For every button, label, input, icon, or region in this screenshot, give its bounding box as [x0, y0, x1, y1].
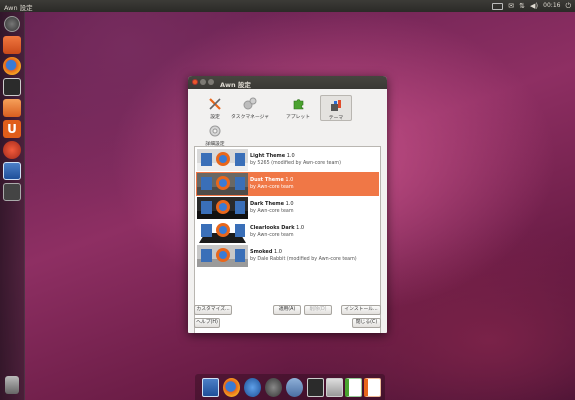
file-manager-dock-icon[interactable]	[326, 378, 343, 397]
theme-author: by Awn-core team	[250, 185, 294, 190]
paint-icon	[331, 100, 341, 111]
theme-row-dust[interactable]: Dust Theme 1.0 by Awn-core team	[196, 172, 379, 196]
package-icon[interactable]	[3, 99, 21, 117]
clock[interactable]: 00:16	[543, 1, 560, 11]
wrench-screwdriver-icon	[209, 98, 221, 110]
ubuntu-one-icon[interactable]: U	[3, 120, 21, 138]
theme-preview	[197, 245, 248, 267]
theme-row-clearlooks[interactable]: Clearlooks Dark 1.0 by Awn-core team	[196, 220, 379, 244]
theme-author: by Dale Rabbit (modified by Awn-core tea…	[250, 257, 357, 262]
pidgin-dock-icon[interactable]	[286, 378, 303, 397]
spreadsheet-dock-icon[interactable]	[345, 378, 362, 397]
theme-name: Clearlooks Dark 1.0	[250, 225, 305, 231]
theme-author: by 5265 (modified by Awn-core team)	[250, 161, 341, 166]
active-app-title: Awn 設定	[4, 4, 33, 12]
theme-row-smoked[interactable]: Smoked 1.0 by Dale Rabbit (modified by A…	[196, 244, 379, 268]
theme-author: by Awn-core team	[250, 233, 294, 238]
tab-applets[interactable]: アプレット	[283, 95, 313, 121]
theme-name: Dust Theme 1.0	[250, 177, 294, 183]
customize-button[interactable]: カスタマイズ...	[194, 305, 232, 315]
gimp-dock-icon[interactable]	[265, 378, 282, 397]
advanced-gear-icon	[209, 125, 221, 137]
maximize-window-icon[interactable]	[208, 79, 214, 85]
awn-settings-dock-icon[interactable]	[202, 378, 219, 397]
tab-themes[interactable]: テーマ	[320, 95, 352, 121]
volume-icon[interactable]: ◀)	[530, 1, 538, 11]
window-title: Awn 設定	[220, 80, 251, 89]
theme-name: Smoked 1.0	[250, 249, 282, 255]
tab-bar: 設定 タスクマネージャ アプレット テーマ 詳細設定	[188, 89, 387, 153]
window-icon[interactable]	[3, 183, 21, 201]
firefox-dock-icon[interactable]	[223, 378, 240, 397]
home-folder-icon[interactable]	[3, 36, 21, 54]
theme-name: Light Theme 1.0	[250, 153, 295, 159]
indicator-area: ✉ ⇅ ◀) 00:16 ⏻	[492, 1, 571, 11]
theme-row-dark[interactable]: Dark Theme 1.0 by Awn-core team	[196, 196, 379, 220]
tab-label: タスクマネージャ	[230, 115, 270, 120]
theme-preview	[197, 149, 248, 171]
install-button[interactable]: インストール...	[341, 305, 381, 315]
firefox-icon[interactable]	[3, 57, 21, 75]
close-button[interactable]: 閉じる(C)	[352, 318, 381, 328]
dash-home-icon[interactable]	[4, 16, 20, 32]
close-window-icon[interactable]	[192, 79, 198, 85]
tab-advanced[interactable]: 詳細設定	[200, 122, 230, 148]
theme-preview	[197, 173, 248, 195]
power-icon[interactable]: ⏻	[565, 1, 571, 11]
delete-button[interactable]: 削除(D)	[304, 305, 332, 315]
theme-row-light[interactable]: Light Theme 1.0 by 5265 (modified by Awn…	[196, 148, 379, 172]
awn-settings-window: Awn 設定 設定 タスクマネージャ アプレット テーマ 詳細設定 Light …	[188, 76, 387, 333]
theme-preview	[197, 197, 248, 219]
mail-icon[interactable]: ✉	[508, 1, 514, 11]
theme-author: by Awn-core team	[250, 209, 294, 214]
theme-name: Dark Theme 1.0	[250, 201, 294, 207]
puzzle-icon	[293, 99, 304, 110]
awn-dock	[195, 374, 385, 400]
terminal-dock-icon[interactable]	[307, 378, 324, 397]
thunderbird-dock-icon[interactable]	[244, 378, 261, 397]
top-panel: Awn 設定 ✉ ⇅ ◀) 00:16 ⏻	[0, 0, 575, 12]
presentation-dock-icon[interactable]	[364, 378, 381, 397]
keyboard-icon[interactable]	[492, 2, 504, 10]
tab-taskmanager[interactable]: タスクマネージャ	[231, 95, 269, 121]
gears-icon	[243, 97, 257, 110]
title-bar[interactable]: Awn 設定	[188, 76, 387, 89]
settings-icon[interactable]	[3, 141, 21, 159]
tab-general[interactable]: 設定	[200, 95, 230, 121]
tab-label: テーマ	[328, 116, 344, 121]
network-icon[interactable]: ⇅	[519, 1, 525, 11]
trash-icon[interactable]	[5, 376, 19, 394]
awn-settings-icon[interactable]	[3, 162, 21, 180]
terminal-icon[interactable]	[3, 78, 21, 96]
help-button[interactable]: ヘルプ(H)	[194, 318, 220, 328]
minimize-window-icon[interactable]	[200, 79, 206, 85]
theme-preview	[197, 221, 248, 243]
launcher: U	[0, 12, 25, 400]
apply-button[interactable]: 適用(A)	[273, 305, 301, 315]
